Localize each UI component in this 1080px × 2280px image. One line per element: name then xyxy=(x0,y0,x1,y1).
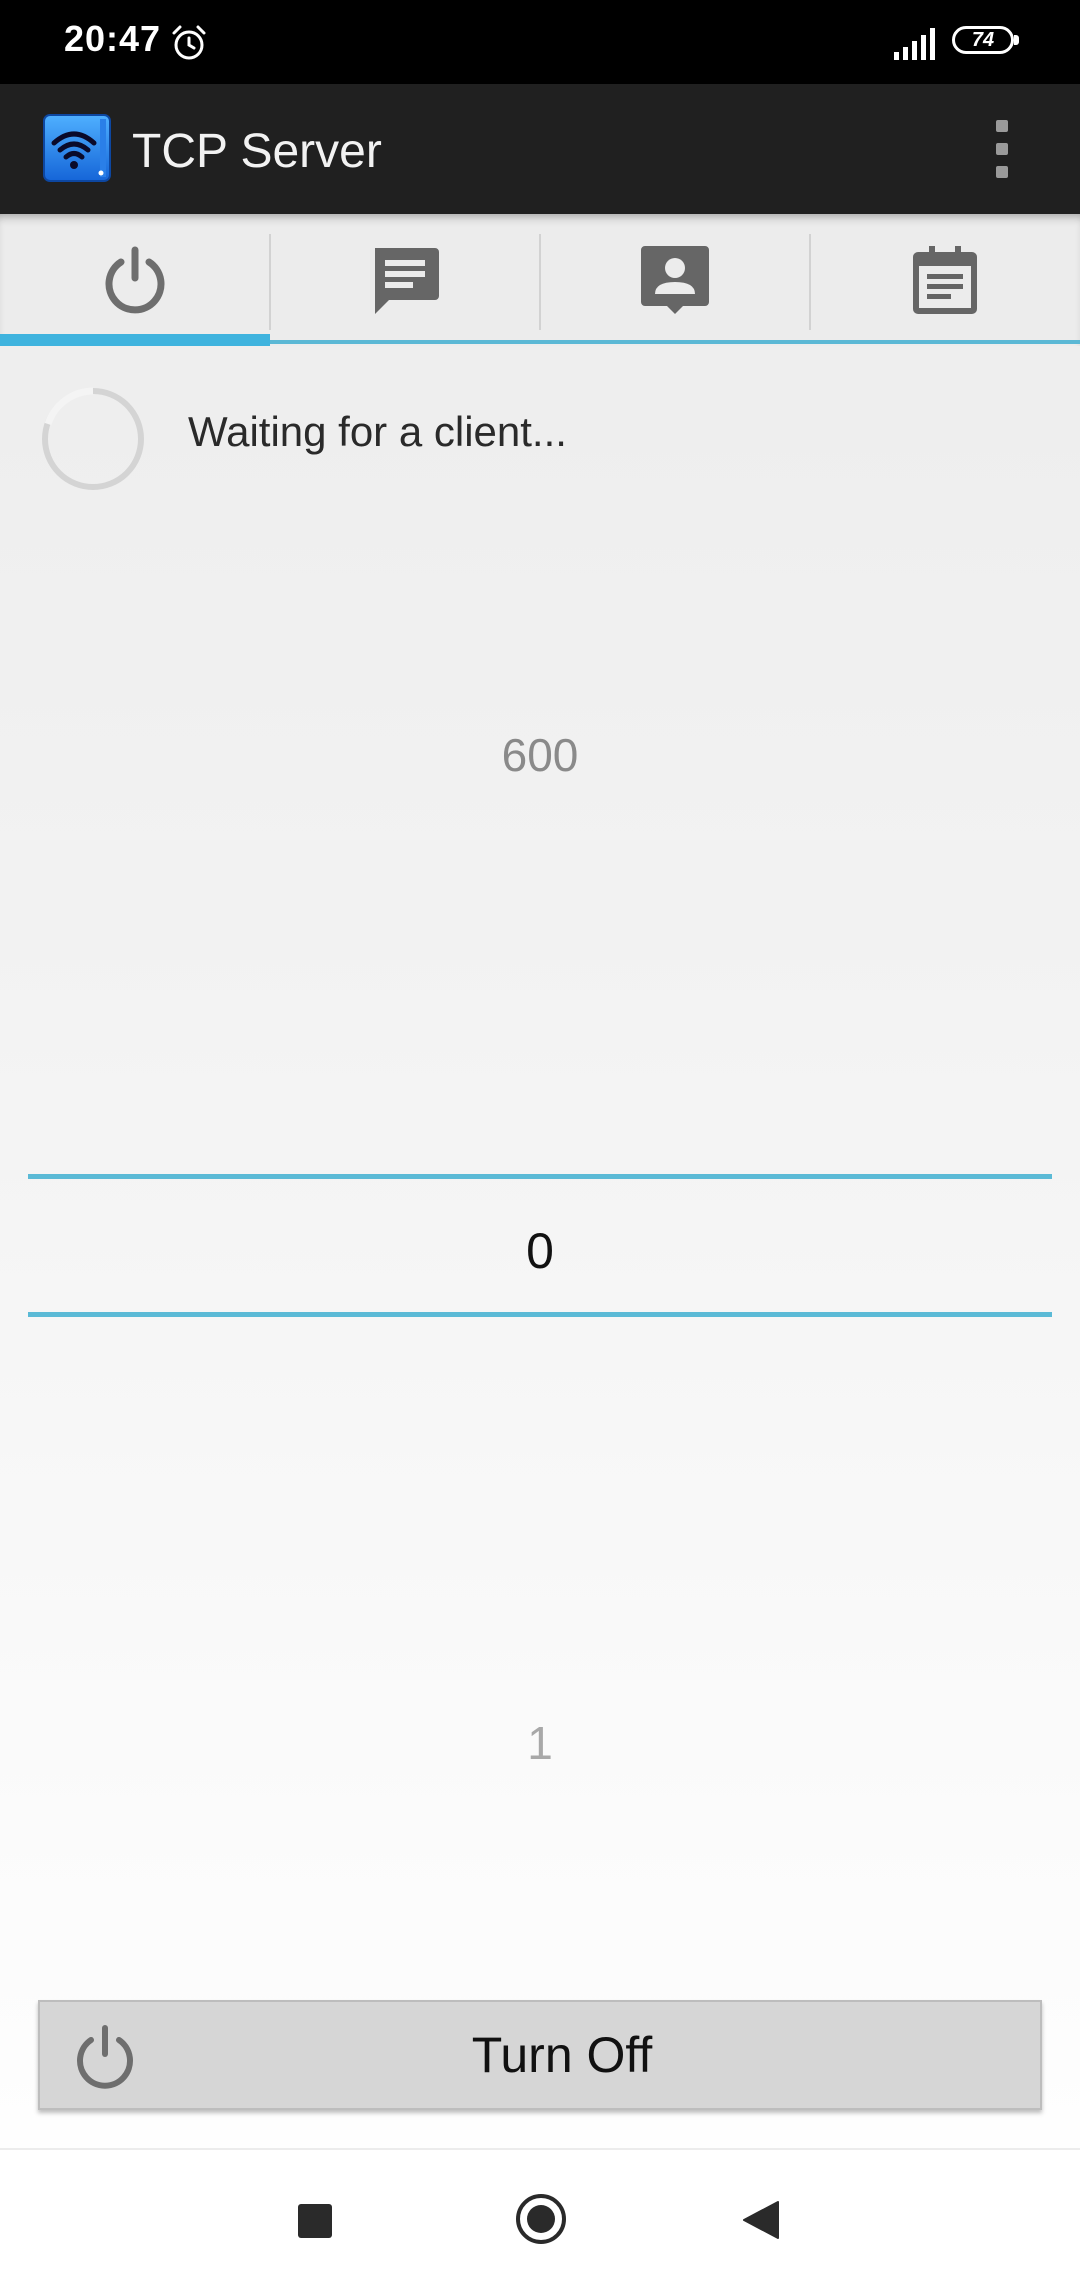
app-bar: TCP Server xyxy=(0,84,1080,214)
more-vert-icon[interactable] xyxy=(976,114,1030,184)
navigation-bar xyxy=(0,2148,1080,2280)
picker-divider-bottom xyxy=(28,1312,1052,1317)
waiting-status-text: Waiting for a client... xyxy=(188,408,567,455)
picker-next-value[interactable]: 1 xyxy=(0,1716,1080,1770)
picker-divider-top xyxy=(28,1174,1052,1179)
power-icon xyxy=(105,246,165,314)
recents-icon[interactable] xyxy=(298,2204,332,2238)
picker-current-value[interactable]: 0 xyxy=(0,1222,1080,1280)
calendar-icon xyxy=(913,246,977,314)
tab-bar xyxy=(0,214,1080,346)
battery-icon: 74 xyxy=(952,26,1022,60)
tab-chat[interactable] xyxy=(270,214,541,346)
status-time: 20:47 xyxy=(64,18,162,59)
screen: 20:47 74 TCP Server Waiting for a client… xyxy=(0,0,1080,2280)
picker-previous-value[interactable]: 600 xyxy=(0,728,1080,782)
app-title: TCP Server xyxy=(132,125,382,178)
alarm-icon xyxy=(172,25,206,60)
turn-off-button[interactable]: Turn Off xyxy=(38,2000,1042,2110)
tab-contact[interactable] xyxy=(540,214,811,346)
tab-power[interactable] xyxy=(0,214,271,346)
battery-level: 74 xyxy=(971,29,995,51)
home-icon[interactable] xyxy=(516,2194,566,2244)
chat-icon xyxy=(375,248,439,314)
tab-calendar[interactable] xyxy=(810,214,1080,346)
turn-off-label: Turn Off xyxy=(471,2027,653,2083)
contact-icon xyxy=(641,246,709,314)
status-bar: 20:47 74 xyxy=(0,0,1080,84)
loading-spinner-icon xyxy=(42,387,144,490)
signal-icon xyxy=(894,28,935,60)
wifi-app-icon xyxy=(43,114,111,182)
back-icon[interactable] xyxy=(742,2200,780,2240)
